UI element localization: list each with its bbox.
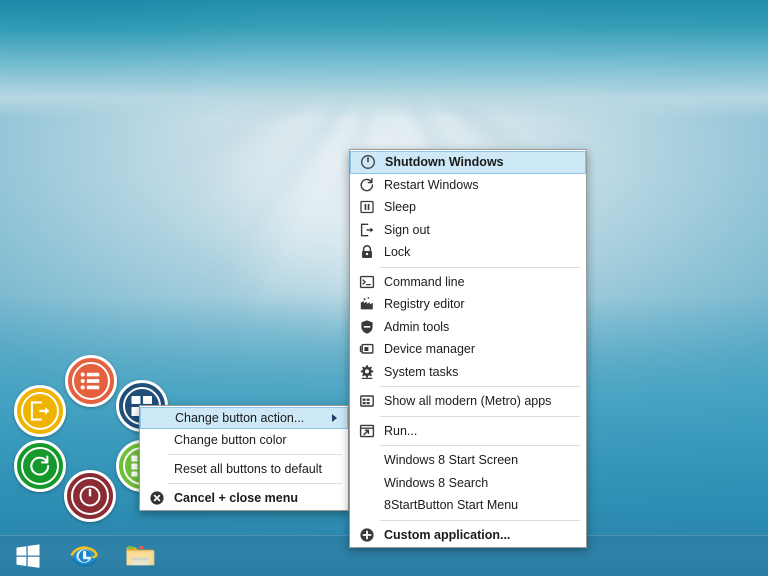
internet-explorer-icon: [69, 541, 99, 571]
sign-out-icon: [21, 392, 59, 430]
file-explorer-icon: [125, 543, 155, 569]
menu-item-label: Cancel + close menu: [174, 491, 299, 505]
menu-item-label: Show all modern (Metro) apps: [384, 394, 552, 409]
menu-item-sign-out[interactable]: Sign out: [350, 219, 586, 242]
shutdown-ring-button[interactable]: [64, 470, 116, 522]
menu-item-label: Admin tools: [384, 319, 450, 334]
menu-item-custom-application[interactable]: Custom application...: [350, 524, 586, 547]
no-icon: [354, 473, 380, 493]
terminal-icon: [354, 272, 380, 292]
device-icon: [354, 339, 380, 359]
restart-ring-button[interactable]: [14, 440, 66, 492]
menu-item-cancel-close-menu[interactable]: Cancel + close menu: [140, 487, 348, 509]
file-explorer-button[interactable]: [112, 536, 168, 576]
menu-item-label: Sleep: [384, 200, 416, 215]
menu-item-label: Registry editor: [384, 297, 465, 312]
plus-circle-icon: [354, 525, 380, 545]
menu-item-label: Sign out: [384, 222, 430, 237]
menu-item-show-all-modern-metro-apps[interactable]: Show all modern (Metro) apps: [350, 390, 586, 413]
power-icon: [71, 477, 109, 515]
menu-item-sleep[interactable]: Sleep: [350, 196, 586, 219]
menu-item-label: Restart Windows: [384, 177, 479, 192]
sign-out-icon: [354, 220, 380, 240]
start-menu-ring-button[interactable]: [65, 355, 117, 407]
menu-item-run[interactable]: Run...: [350, 420, 586, 443]
no-icon: [144, 459, 170, 479]
internet-explorer-button[interactable]: [56, 536, 112, 576]
menu-item-label: Change button action...: [175, 411, 305, 425]
cancel-icon: [144, 488, 170, 508]
menu-item-change-button-color[interactable]: Change button color: [140, 429, 348, 451]
windows-logo-icon: [15, 543, 41, 569]
no-icon: [145, 408, 171, 428]
restart-icon: [354, 175, 380, 195]
menu-item-windows-8-start-screen[interactable]: Windows 8 Start Screen: [350, 449, 586, 472]
start-button[interactable]: [0, 536, 56, 576]
chevron-right-icon: [329, 413, 341, 423]
menu-separator: [168, 454, 342, 455]
menu-item-admin-tools[interactable]: Admin tools: [350, 316, 586, 339]
menu-item-label: Command line: [384, 274, 465, 289]
registry-icon: [354, 294, 380, 314]
menu-item-command-line[interactable]: Command line: [350, 271, 586, 294]
restart-icon: [21, 447, 59, 485]
menu-item-reset-all-buttons-to-default[interactable]: Reset all buttons to default: [140, 458, 348, 480]
no-icon: [144, 430, 170, 450]
sign-out-ring-button[interactable]: [14, 385, 66, 437]
shield-icon: [354, 317, 380, 337]
menu-item-label: Custom application...: [384, 527, 511, 542]
menu-separator: [380, 266, 580, 268]
metro-apps-icon: [354, 391, 380, 411]
run-icon: [354, 421, 380, 441]
menu-item-label: Windows 8 Start Screen: [384, 453, 519, 468]
menu-item-8startbutton-start-menu[interactable]: 8StartButton Start Menu: [350, 494, 586, 517]
menu-separator: [380, 519, 580, 521]
menu-item-restart-windows[interactable]: Restart Windows: [350, 174, 586, 197]
menu-item-label: Shutdown Windows: [385, 155, 504, 170]
menu-item-label: Reset all buttons to default: [174, 462, 323, 476]
no-icon: [354, 450, 380, 470]
menu-item-label: Device manager: [384, 342, 476, 357]
power-icon: [355, 152, 381, 172]
no-icon: [354, 495, 380, 515]
menu-item-registry-editor[interactable]: Registry editor: [350, 293, 586, 316]
menu-item-label: System tasks: [384, 364, 459, 379]
list-menu-icon: [72, 362, 110, 400]
pause-icon: [354, 197, 380, 217]
menu-item-label: Lock: [384, 245, 411, 260]
menu-separator: [380, 386, 580, 387]
menu-item-change-button-action[interactable]: Change button action...: [140, 407, 348, 429]
menu-item-lock[interactable]: Lock: [350, 241, 586, 264]
menu-item-label: Change button color: [174, 433, 287, 447]
menu-item-device-manager[interactable]: Device manager: [350, 338, 586, 361]
menu-item-windows-8-search[interactable]: Windows 8 Search: [350, 472, 586, 495]
gear-icon: [354, 362, 380, 382]
lock-icon: [354, 242, 380, 262]
menu-separator: [380, 415, 580, 417]
menu-item-label: Windows 8 Search: [384, 475, 489, 490]
menu-item-shutdown-windows[interactable]: Shutdown Windows: [350, 151, 586, 174]
button-context-menu[interactable]: Change button action... Change button col…: [139, 405, 349, 511]
menu-item-label: 8StartButton Start Menu: [384, 498, 519, 513]
menu-separator: [168, 483, 342, 484]
menu-separator: [380, 445, 580, 446]
change-button-action-submenu[interactable]: Shutdown Windows Restart Windows Sleep Sign…: [349, 149, 587, 548]
menu-item-system-tasks[interactable]: System tasks: [350, 361, 586, 384]
menu-item-label: Run...: [384, 423, 418, 438]
